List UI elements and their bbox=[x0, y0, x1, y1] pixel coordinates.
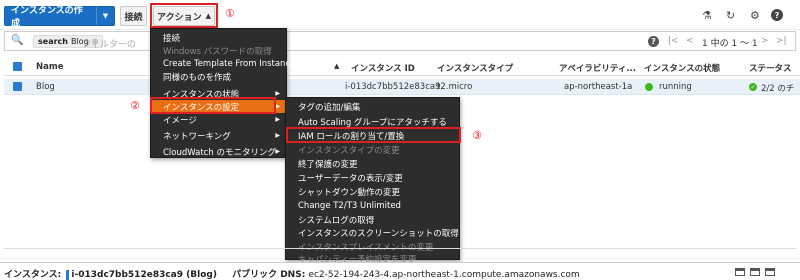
instance-settings-submenu: タグの追加/編集 Auto Scaling グループにアタッチする IAM ロー… bbox=[285, 97, 460, 265]
flask-icon[interactable]: ⚗ bbox=[702, 9, 712, 22]
instance-color-marker bbox=[66, 269, 70, 280]
annotation-box-actions bbox=[150, 3, 218, 28]
dns-label: パブリック DNS: bbox=[232, 270, 306, 280]
column-header-status[interactable]: ステータス bbox=[749, 62, 792, 74]
column-header-az[interactable]: アベイラビリティ... bbox=[559, 62, 636, 74]
help-icon-top[interactable]: ? bbox=[771, 9, 783, 21]
actions-menu: 接続 Windows パスワードの取得 Create Template From… bbox=[150, 28, 295, 158]
select-all-checkbox[interactable] bbox=[13, 62, 22, 71]
table-row[interactable]: Blog i-013dc7bb512e83ca9 t2.micro ap-nor… bbox=[4, 79, 800, 95]
annotation-box-instance-settings bbox=[150, 97, 276, 114]
horizontal-scrollbar[interactable] bbox=[4, 248, 796, 256]
menu-item-image-label: イメージ bbox=[163, 115, 197, 126]
column-header-state[interactable]: インスタンスの状態 bbox=[644, 62, 720, 74]
chevron-right-icon: ▶ bbox=[275, 132, 280, 139]
toolbar: インスタンスの作成 ▼ 接続 アクション ▲ ① ⚗ ↻ ⚙ ? bbox=[0, 0, 800, 30]
chevron-right-icon: ▶ bbox=[275, 103, 280, 110]
pager-text: 1 中の 1 ～ 1 bbox=[702, 39, 758, 49]
connect-button[interactable]: 接続 bbox=[120, 6, 147, 26]
menu-item-screenshot[interactable]: インスタンスのスクリーンショットの取得 bbox=[286, 226, 459, 239]
instance-value: i-013dc7bb512e83ca9 (Blog) bbox=[71, 270, 217, 280]
cell-instance-id: i-013dc7bb512e83ca9 bbox=[345, 82, 441, 92]
menu-item-networking[interactable]: ネットワーキング ▶ bbox=[151, 129, 286, 142]
row-checkbox[interactable] bbox=[13, 82, 22, 91]
launch-instance-button[interactable]: インスタンスの作成 ▼ bbox=[4, 6, 115, 29]
chevron-right-icon: ▶ bbox=[275, 148, 280, 155]
detail-bar-text: インスタンス: i-013dc7bb512e83ca9 (Blog) パブリック… bbox=[4, 267, 580, 280]
menu-item-system-log[interactable]: システムログの取得 bbox=[286, 213, 459, 226]
column-header-instance-id[interactable]: インスタンス ID bbox=[351, 62, 415, 74]
pane-layout-icon-2[interactable] bbox=[750, 268, 760, 276]
search-input[interactable]: フィルターの bbox=[82, 37, 136, 50]
column-header-name[interactable]: Name bbox=[36, 62, 63, 72]
column-header-instance-type[interactable]: インスタンスタイプ bbox=[437, 62, 513, 74]
check-icon: ✓ bbox=[749, 83, 757, 91]
menu-item-image[interactable]: イメージ ▶ bbox=[151, 113, 286, 126]
refresh-icon[interactable]: ↻ bbox=[726, 9, 735, 22]
menu-item-cloudwatch[interactable]: CloudWatch のモニタリング ▶ bbox=[151, 145, 286, 158]
pager-last-button[interactable]: >| bbox=[776, 36, 787, 46]
menu-item-create-template[interactable]: Create Template From Instance bbox=[151, 57, 295, 70]
menu-item-change-instance-type: インスタンスタイプの変更 bbox=[298, 145, 400, 156]
sort-arrow-icon[interactable]: ▲ bbox=[334, 62, 339, 70]
annotation-number-3: ③ bbox=[472, 129, 482, 142]
pager-first-button[interactable]: |< bbox=[668, 36, 679, 46]
menu-item-connect[interactable]: 接続 bbox=[151, 31, 286, 44]
menu-item-add-edit-tags[interactable]: タグの追加/編集 bbox=[286, 100, 459, 113]
menu-item-user-data[interactable]: ユーザーデータの表示/変更 bbox=[286, 171, 459, 184]
pager-prev-button[interactable]: < bbox=[686, 36, 694, 46]
pager-next-button[interactable]: > bbox=[761, 36, 769, 46]
pane-layout-icon-3[interactable] bbox=[765, 268, 775, 276]
menu-item-cloudwatch-label: CloudWatch のモニタリング bbox=[163, 147, 276, 158]
search-icon: 🔍 bbox=[11, 35, 24, 46]
cell-name: Blog bbox=[36, 82, 55, 92]
chevron-down-icon[interactable]: ▼ bbox=[96, 7, 114, 25]
pane-layout-icon-1[interactable] bbox=[735, 268, 745, 276]
menu-item-launch-more-like-this[interactable]: 同様のものを作成 bbox=[151, 70, 286, 83]
cell-instance-type: t2.micro bbox=[437, 82, 473, 92]
running-status-icon bbox=[645, 83, 653, 91]
detail-bar: インスタンス: i-013dc7bb512e83ca9 (Blog) パブリック… bbox=[0, 262, 800, 280]
filter-tag-key: search bbox=[38, 37, 68, 46]
table-header: Name ▲ インスタンス ID インスタンスタイプ アベイラビリティ... イ… bbox=[4, 58, 800, 76]
annotation-number-2: ② bbox=[130, 99, 140, 112]
chevron-right-icon: ▶ bbox=[275, 116, 280, 123]
menu-item-get-windows-password: Windows パスワードの取得 bbox=[163, 46, 272, 57]
annotation-box-iam-role bbox=[286, 127, 461, 143]
annotation-number-1: ① bbox=[225, 7, 235, 20]
chevron-right-icon: ▶ bbox=[275, 90, 280, 97]
menu-item-shutdown-behavior[interactable]: シャットダウン動作の変更 bbox=[286, 185, 459, 198]
gear-icon[interactable]: ⚙ bbox=[750, 9, 760, 22]
launch-instance-label: インスタンスの作成 bbox=[11, 6, 83, 29]
dns-value: ec2-52-194-243-4.ap-northeast-1.compute.… bbox=[308, 270, 580, 280]
instance-label: インスタンス: bbox=[4, 270, 62, 280]
help-icon[interactable]: ? bbox=[648, 36, 659, 47]
cell-az: ap-northeast-1a bbox=[564, 82, 633, 92]
menu-item-networking-label: ネットワーキング bbox=[163, 131, 231, 142]
menu-item-t2-t3-unlimited[interactable]: Change T2/T3 Unlimited bbox=[286, 199, 459, 212]
cell-status: 2/2 のチ bbox=[761, 84, 795, 94]
menu-item-termination-protection[interactable]: 終了保護の変更 bbox=[286, 157, 459, 170]
cell-state: running bbox=[659, 82, 692, 92]
